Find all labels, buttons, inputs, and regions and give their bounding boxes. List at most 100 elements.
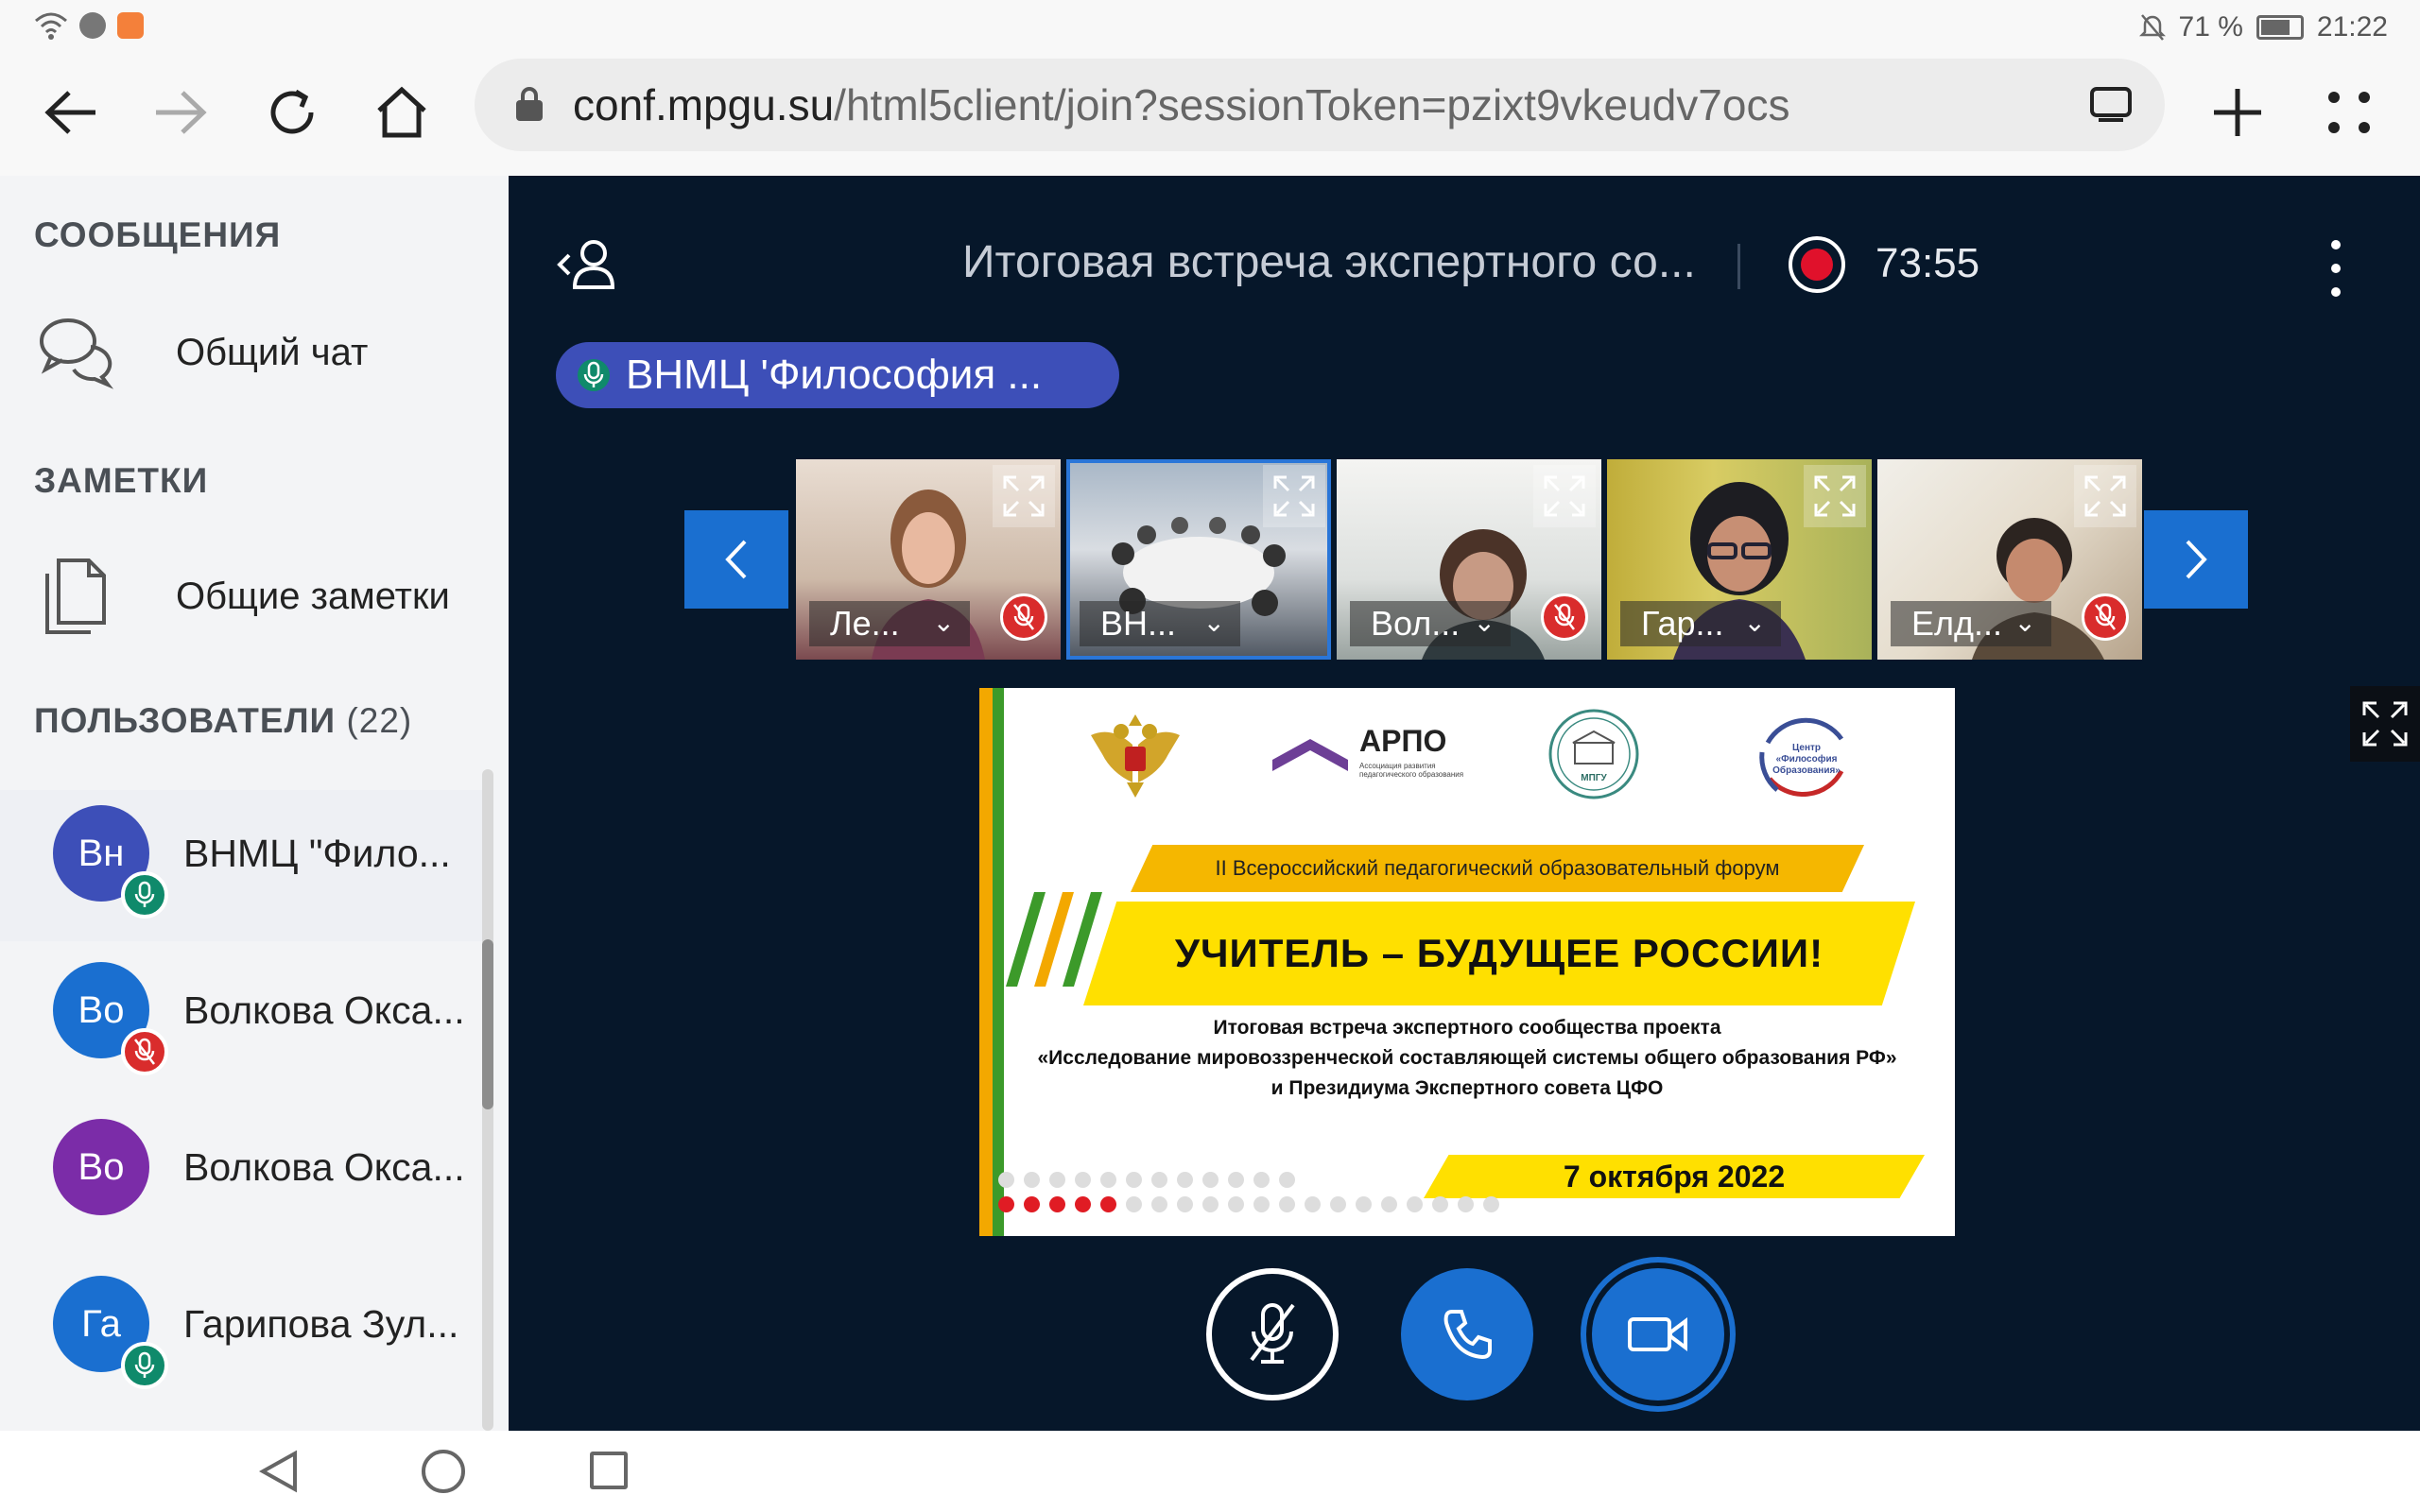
fullscreen-icon <box>2362 701 2408 747</box>
user-row[interactable]: Во Волкова Окса... <box>0 947 482 1098</box>
back-button[interactable] <box>28 70 113 155</box>
status-icons-left <box>34 11 144 40</box>
carousel-prev-button[interactable] <box>684 510 788 609</box>
tabs-button[interactable] <box>2089 85 2133 128</box>
expand-icon[interactable] <box>993 465 1055 527</box>
expand-icon[interactable] <box>1804 465 1866 527</box>
video-tile[interactable]: Ле... ⌄ <box>796 459 1061 660</box>
notes-icon <box>34 554 119 639</box>
chevron-down-icon: ⌄ <box>2014 608 2036 637</box>
video-tile[interactable]: ВН... ⌄ <box>1066 459 1331 660</box>
talking-indicator[interactable]: ВНМЦ 'Философия ... <box>556 342 1119 408</box>
meeting-title: Итоговая встреча экспертного со... <box>962 237 1696 287</box>
avatar: Во <box>53 1119 149 1215</box>
user-name: Волкова Окса... <box>183 1145 465 1189</box>
public-chat-label: Общий чат <box>176 331 369 373</box>
date-banner: 7 октября 2022 <box>1424 1155 1925 1198</box>
notes-title: ЗАМЕТКИ <box>34 461 209 500</box>
clock: 21:22 <box>2316 11 2388 43</box>
mic-off-icon <box>1250 1303 1295 1364</box>
users-title: ПОЛЬЗОВАТЕЛИ (22) <box>34 701 413 740</box>
recording-timer: 73:55 <box>1876 240 1980 286</box>
status-bar: 71 % 21:22 <box>0 0 2420 57</box>
wifi-icon <box>35 12 67 40</box>
chevron-down-icon: ⌄ <box>1202 608 1225 637</box>
dots-decoration-row-1 <box>998 1172 1295 1188</box>
mic-on-icon <box>121 871 168 919</box>
leave-audio-button[interactable] <box>1401 1268 1533 1400</box>
chevron-down-icon: ⌄ <box>1473 608 1495 637</box>
video-tile[interactable]: Гар... ⌄ <box>1607 459 1872 660</box>
tile-name-dropdown[interactable]: Ле... ⌄ <box>809 601 970 646</box>
slogan-banner: УЧИТЕЛЬ – БУДУЩЕЕ РОССИИ! <box>1083 902 1915 1005</box>
forward-button[interactable] <box>138 70 223 155</box>
mic-muted-icon <box>2082 593 2129 641</box>
shared-notes-item[interactable]: Общие заметки <box>34 544 488 648</box>
title-divider <box>1737 244 1740 289</box>
user-row[interactable]: Во Волкова Окса... <box>0 1104 482 1255</box>
record-button[interactable] <box>1789 236 1845 293</box>
messages-title: СООБЩЕНИЯ <box>34 215 282 254</box>
russian-emblem-logo <box>1091 714 1180 798</box>
mic-icon <box>578 359 610 391</box>
bell-off-icon <box>2138 14 2166 41</box>
tile-name-dropdown[interactable]: Вол... ⌄ <box>1350 601 1511 646</box>
home-icon <box>377 86 426 138</box>
expand-icon[interactable] <box>2074 465 2136 527</box>
url-text[interactable]: conf.mpgu.su/html5client/join?sessionTok… <box>573 79 1789 130</box>
menu-button[interactable] <box>2307 70 2392 155</box>
chevron-right-icon <box>2186 540 2207 579</box>
shared-notes-label: Общие заметки <box>176 575 450 617</box>
toggle-userlist-button[interactable] <box>556 238 622 296</box>
four-dots-icon <box>2328 92 2370 133</box>
address-bar[interactable]: conf.mpgu.su/html5client/join?sessionTok… <box>475 59 2165 151</box>
nav-back-icon[interactable] <box>259 1450 301 1493</box>
sidebar: СООБЩЕНИЯ Общий чат ЗАМЕТКИ Общие заметк… <box>0 176 509 1431</box>
scrollbar-thumb[interactable] <box>482 939 493 1109</box>
mic-on-icon <box>121 1342 168 1389</box>
chevron-left-icon <box>725 540 747 579</box>
play-notification-icon <box>117 12 144 39</box>
browser-toolbar: conf.mpgu.su/html5client/join?sessionTok… <box>0 57 2420 176</box>
users-count: (22) <box>346 701 413 740</box>
arrow-left-icon <box>44 91 95 134</box>
app-notification-icon <box>79 12 106 39</box>
mpgu-logo: МПГУ <box>1547 707 1641 801</box>
public-chat-item[interactable]: Общий чат <box>34 301 488 404</box>
expand-icon[interactable] <box>1263 465 1325 527</box>
tile-name-dropdown[interactable]: Гар... ⌄ <box>1620 601 1781 646</box>
battery-icon <box>2256 15 2304 40</box>
carousel-next-button[interactable] <box>2144 510 2248 609</box>
video-tile[interactable]: Елд... ⌄ <box>1877 459 2142 660</box>
tabs-icon <box>2090 87 2132 122</box>
new-tab-button[interactable] <box>2195 70 2280 155</box>
nav-home-icon[interactable] <box>422 1450 465 1493</box>
forum-banner: II Всероссийский педагогический образова… <box>1131 845 1864 892</box>
expand-icon[interactable] <box>1533 465 1596 527</box>
home-button[interactable] <box>359 70 444 155</box>
tile-name-dropdown[interactable]: ВН... ⌄ <box>1080 601 1240 646</box>
options-menu-button[interactable] <box>2322 240 2350 297</box>
system-navigation-bar <box>0 1431 2420 1512</box>
nav-recent-apps-icon[interactable] <box>590 1452 628 1489</box>
users-scrollbar[interactable] <box>482 769 493 1431</box>
chat-icon <box>34 310 119 395</box>
arpo-logo: АРПО Ассоциация развития педагогического… <box>1272 724 1499 782</box>
user-name: Гарипова Зул... <box>183 1302 459 1346</box>
chevron-down-icon: ⌄ <box>932 608 955 637</box>
slide-description: Итоговая встреча экспертного сообщества … <box>1037 1017 1897 1099</box>
talking-name: ВНМЦ 'Философия ... <box>626 352 1043 398</box>
reload-button[interactable] <box>250 70 335 155</box>
reload-icon <box>270 89 314 134</box>
tile-name-dropdown[interactable]: Елд... ⌄ <box>1891 601 2051 646</box>
share-camera-button[interactable] <box>1592 1268 1724 1400</box>
user-row[interactable]: Га Гарипова Зул... <box>0 1261 482 1412</box>
video-tile[interactable]: Вол... ⌄ <box>1337 459 1601 660</box>
presentation-slide: АРПО Ассоциация развития педагогического… <box>979 688 1955 1236</box>
fullscreen-button[interactable] <box>2350 686 2420 762</box>
user-list-icon <box>557 240 615 289</box>
unmute-button[interactable] <box>1206 1268 1339 1400</box>
user-name: ВНМЦ "Фило... <box>183 832 451 875</box>
status-icons-right: 71 % 21:22 <box>2138 11 2388 43</box>
user-row[interactable]: Вн ВНМЦ "Фило... <box>0 790 482 941</box>
